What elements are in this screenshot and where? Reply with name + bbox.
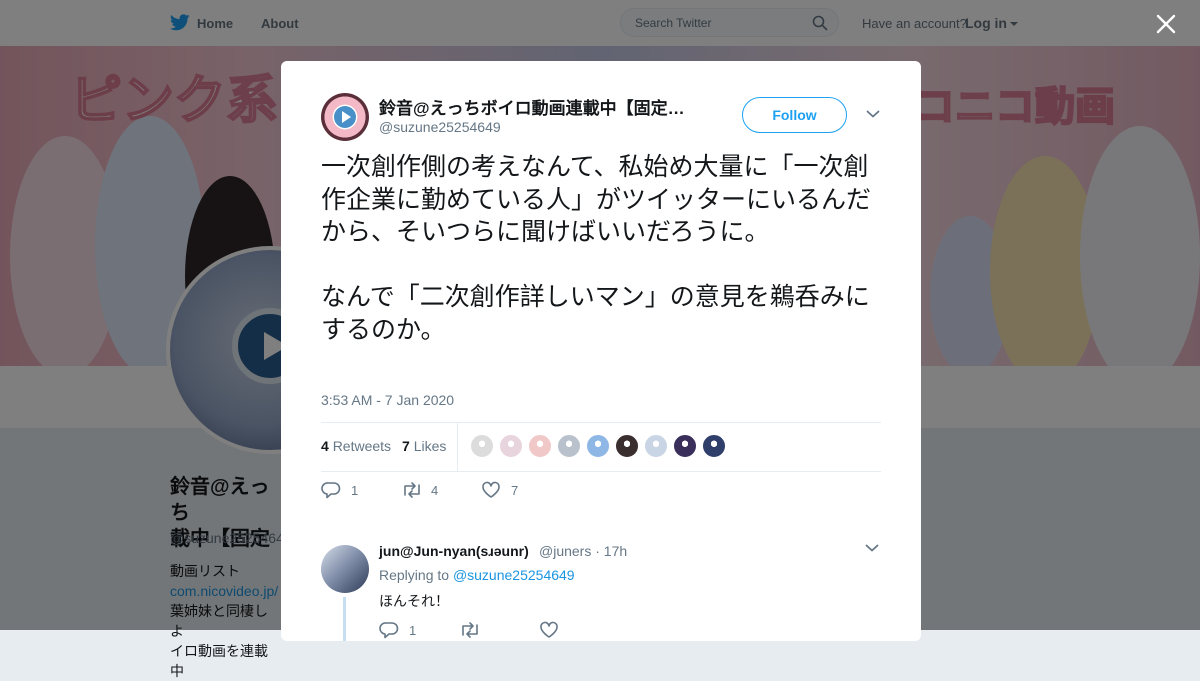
reply-action[interactable]: 1 (379, 621, 416, 639)
tweet-stats: 4 Retweets 7 Likes (321, 422, 881, 472)
like-action[interactable]: 7 (481, 481, 518, 499)
reply-author-handle[interactable]: @juners · 17h (539, 543, 627, 559)
tweet-text: 一次創作側の考えなんて、私始め大量に「一次創作企業に勤めている人」がツイッターに… (321, 152, 872, 344)
heart-icon (482, 481, 500, 498)
likes-stat[interactable]: 7 Likes (402, 438, 446, 454)
liker-avatar[interactable] (528, 434, 552, 458)
retweet-icon (404, 482, 420, 498)
reply-icon (321, 482, 341, 499)
liker-avatar[interactable] (557, 434, 581, 458)
liker-avatar[interactable] (644, 434, 668, 458)
chevron-down-icon[interactable] (866, 109, 880, 119)
tweet-modal: 鈴音@えっちボイロ動画連載中【固定ツイート必読】 @suzune25254649… (281, 61, 921, 641)
reply-icon (379, 622, 399, 639)
retweet-action[interactable] (459, 621, 481, 639)
reply-author-name[interactable]: jun@Jun-nyan(sɹəunr) (379, 543, 529, 559)
play-icon (334, 106, 356, 128)
tweet-timestamp[interactable]: 3:53 AM - 7 Jan 2020 (321, 392, 454, 408)
reply-text: ほんそれ！ (379, 593, 449, 609)
liker-avatar[interactable] (702, 434, 726, 458)
author-name[interactable]: 鈴音@えっちボイロ動画連載中【固定ツイート必読】 (379, 94, 699, 119)
reply-action[interactable]: 1 (321, 481, 358, 499)
liker-avatar[interactable] (673, 434, 697, 458)
like-action[interactable] (539, 621, 559, 639)
liker-avatar[interactable] (499, 434, 523, 458)
follow-button[interactable]: Follow (742, 97, 847, 133)
heart-icon (540, 621, 558, 638)
liker-avatar[interactable] (615, 434, 639, 458)
thread-line (343, 597, 346, 641)
bio-line: イロ動画を連載中 (170, 643, 268, 679)
retweet-action[interactable]: 4 (401, 481, 438, 499)
replying-to-handle[interactable]: @suzune25254649 (453, 567, 575, 583)
liker-avatar[interactable] (470, 434, 494, 458)
author-avatar[interactable] (321, 93, 369, 141)
close-icon[interactable] (1155, 13, 1177, 35)
stats-divider (457, 423, 458, 471)
retweets-stat[interactable]: 4 Retweets (321, 438, 391, 454)
retweet-icon (462, 622, 478, 638)
chevron-down-icon[interactable] (865, 543, 879, 553)
replying-to: Replying to @suzune25254649 (379, 567, 575, 583)
reply-avatar[interactable] (321, 545, 369, 593)
author-handle[interactable]: @suzune25254649 (379, 119, 501, 135)
liker-avatar[interactable] (586, 434, 610, 458)
